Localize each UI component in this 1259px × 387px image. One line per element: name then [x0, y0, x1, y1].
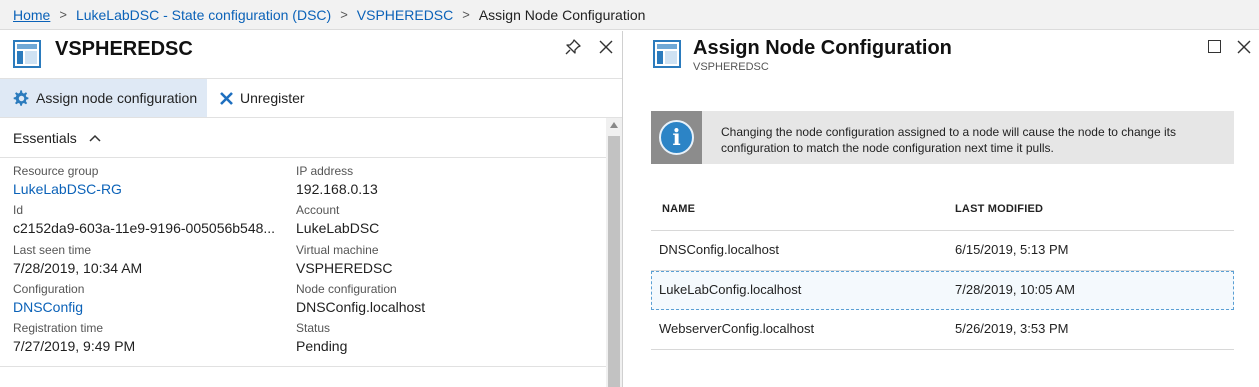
scrollbar[interactable] [606, 118, 622, 387]
assign-blade-subtitle: VSPHEREDSC [693, 61, 769, 73]
field-value: VSPHEREDSC [296, 259, 393, 276]
column-header-name[interactable]: NAME [662, 203, 695, 215]
row-name: WebserverConfig.localhost [659, 321, 815, 336]
pin-icon[interactable] [564, 38, 582, 56]
unregister-button[interactable]: Unregister [219, 79, 305, 117]
field-label: Id [13, 203, 24, 218]
breadcrumb-separator: > [59, 7, 67, 22]
field-label: Registration time [13, 321, 104, 336]
account-field: Account LukeLabDSC [296, 203, 566, 242]
configuration-field: Configuration DNSConfig [13, 282, 283, 321]
row-name: LukeLabConfig.localhost [659, 282, 802, 297]
node-blade-title: VSPHEREDSC [55, 38, 193, 60]
breadcrumb-vm[interactable]: VSPHEREDSC [357, 7, 453, 23]
field-value: LukeLabDSC [296, 220, 380, 237]
breadcrumb-dsc[interactable]: LukeLabDSC - State configuration (DSC) [76, 7, 331, 23]
virtual-machine-field: Virtual machine VSPHEREDSC [296, 243, 566, 282]
essentials-toggle[interactable]: Essentials [0, 118, 606, 158]
x-icon [220, 91, 233, 105]
column-header-last-modified[interactable]: LAST MODIFIED [955, 203, 1043, 215]
field-label: Node configuration [296, 281, 397, 296]
close-icon[interactable] [597, 38, 615, 56]
field-value: 192.168.0.13 [296, 181, 378, 197]
id-field: Id c2152da9-603a-11e9-9196-005056b548... [13, 203, 283, 242]
resource-group-field: Resource group LukeLabDSC-RG [13, 164, 283, 203]
essentials-label: Essentials [13, 129, 77, 146]
node-configuration-field: Node configuration DNSConfig.localhost [296, 282, 566, 321]
node-blade-header: VSPHEREDSC [0, 31, 622, 79]
table-row-selected[interactable]: LukeLabConfig.localhost 7/28/2019, 10:05… [651, 271, 1234, 310]
breadcrumb-home[interactable]: Home [13, 7, 50, 23]
field-label: Virtual machine [296, 242, 379, 257]
assign-node-configuration-button[interactable]: Assign node configuration [0, 79, 207, 117]
info-banner: i Changing the node configuration assign… [651, 111, 1234, 164]
field-value: c2152da9-603a-11e9-9196-005056b548... [13, 220, 276, 237]
blade-icon [13, 40, 41, 68]
breadcrumb-separator: > [340, 7, 348, 22]
divider [0, 366, 606, 367]
maximize-icon[interactable] [1208, 40, 1221, 53]
status-field: Status Pending [296, 321, 566, 360]
table-header: NAME LAST MODIFIED [651, 192, 1234, 231]
command-bar: Assign node configuration Unregister [0, 79, 622, 118]
assign-node-configuration-label: Assign node configuration [36, 90, 198, 106]
row-name: DNSConfig.localhost [659, 242, 779, 257]
last-seen-field: Last seen time 7/28/2019, 10:34 AM [13, 243, 283, 282]
close-icon[interactable] [1235, 38, 1253, 56]
field-label: IP address [296, 164, 354, 178]
info-text: Changing the node configuration assigned… [721, 125, 1176, 155]
blade-icon [653, 40, 681, 68]
resource-group-link[interactable]: LukeLabDSC-RG [13, 179, 283, 199]
field-label: Last seen time [13, 242, 92, 257]
assign-blade-title: Assign Node Configuration [693, 37, 952, 59]
registration-time-field: Registration time 7/27/2019, 9:49 PM [13, 321, 283, 360]
breadcrumb-separator: > [462, 7, 470, 22]
info-icon: i [659, 120, 694, 155]
field-label: Status [296, 321, 331, 336]
node-configuration-table: NAME LAST MODIFIED DNSConfig.localhost 6… [651, 192, 1234, 350]
field-label: Configuration [13, 281, 85, 296]
configuration-link[interactable]: DNSConfig [13, 297, 283, 317]
field-value: DNSConfig.localhost [296, 298, 426, 315]
scroll-thumb[interactable] [608, 136, 620, 387]
field-label: Resource group [13, 164, 99, 178]
row-last-modified: 7/28/2019, 10:05 AM [955, 282, 1075, 297]
row-last-modified: 6/15/2019, 5:13 PM [955, 242, 1069, 257]
field-label: Account [296, 203, 340, 218]
row-last-modified: 5/26/2019, 3:53 PM [955, 321, 1069, 336]
node-blade: VSPHEREDSC Assign node configuration Unr… [0, 31, 623, 387]
assign-blade: Assign Node Configuration VSPHEREDSC i C… [623, 31, 1259, 387]
chevron-up-icon [89, 134, 101, 142]
essentials-right-column: IP address 192.168.0.13 Account LukeLabD… [296, 164, 566, 360]
field-value: 7/28/2019, 10:34 AM [13, 259, 143, 276]
table-row[interactable]: WebserverConfig.localhost 5/26/2019, 3:5… [651, 310, 1234, 350]
scroll-up-arrow-icon[interactable] [610, 122, 618, 128]
status-value: Pending [296, 338, 348, 355]
breadcrumb-current: Assign Node Configuration [478, 6, 646, 23]
info-icon-container: i [651, 111, 702, 164]
essentials-left-column: Resource group LukeLabDSC-RG Id c2152da9… [13, 164, 283, 360]
ip-address-field: IP address 192.168.0.13 [296, 164, 566, 203]
unregister-label: Unregister [240, 90, 305, 106]
gear-icon [13, 89, 29, 106]
table-row[interactable]: DNSConfig.localhost 6/15/2019, 5:13 PM [651, 231, 1234, 271]
breadcrumb: Home > LukeLabDSC - State configuration … [0, 0, 1259, 30]
field-value: 7/27/2019, 9:49 PM [13, 338, 136, 355]
